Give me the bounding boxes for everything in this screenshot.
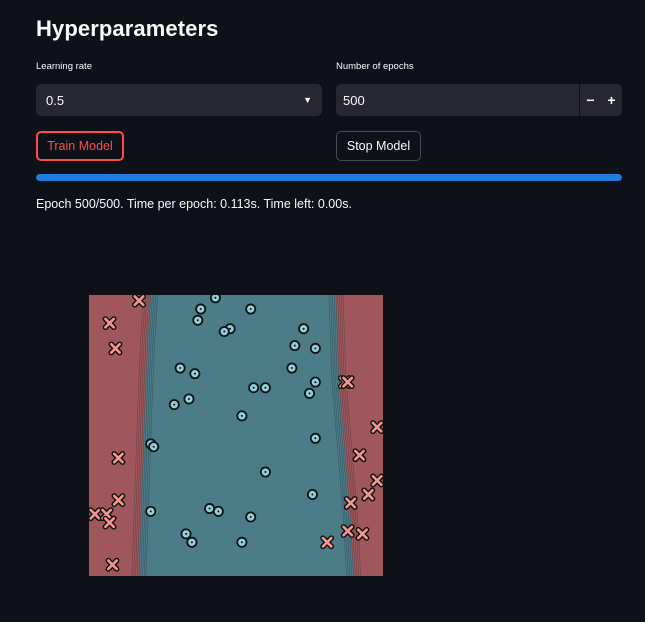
o-marker-center <box>240 414 243 417</box>
x-marker <box>361 487 376 502</box>
x-marker <box>108 341 123 356</box>
o-marker-center <box>249 308 252 311</box>
epochs-field[interactable]: 500 <box>336 84 579 116</box>
o-marker-center <box>173 403 176 406</box>
x-marker <box>89 507 102 522</box>
o-marker-center <box>229 327 232 330</box>
o-marker-center <box>185 532 188 535</box>
o-marker-center <box>223 330 226 333</box>
o-marker-center <box>249 515 252 518</box>
epochs-number-input: 500 − + <box>336 84 622 116</box>
o-marker-center <box>290 367 293 370</box>
x-marker <box>320 535 335 550</box>
learning-rate-label: Learning rate <box>36 61 92 72</box>
region-class-o <box>138 295 354 576</box>
x-marker <box>111 493 126 508</box>
progress-bar <box>36 174 622 181</box>
x-marker <box>102 316 117 331</box>
x-marker <box>370 420 383 435</box>
o-marker-center <box>264 471 267 474</box>
learning-rate-select[interactable]: 0.5 ▼ <box>36 84 322 116</box>
o-marker-center <box>252 386 255 389</box>
epochs-label: Number of epochs <box>336 61 414 72</box>
o-marker-center <box>190 541 193 544</box>
o-marker-center <box>311 493 314 496</box>
o-marker-center <box>214 296 217 299</box>
x-marker <box>352 448 367 463</box>
o-marker-center <box>152 445 155 448</box>
decision-boundary-plot <box>89 295 383 576</box>
o-marker-center <box>314 437 317 440</box>
o-marker-center <box>293 344 296 347</box>
status-text: Epoch 500/500. Time per epoch: 0.113s. T… <box>36 197 352 211</box>
o-marker-center <box>302 327 305 330</box>
increment-button[interactable]: + <box>601 84 622 116</box>
x-marker <box>355 526 370 541</box>
o-marker-center <box>193 372 196 375</box>
learning-rate-value: 0.5 <box>46 92 65 108</box>
o-marker-center <box>314 347 317 350</box>
o-marker-center <box>217 510 220 513</box>
x-marker <box>370 473 383 488</box>
decrement-button[interactable]: − <box>579 84 601 116</box>
x-marker <box>340 375 355 390</box>
o-marker-center <box>308 392 311 395</box>
x-marker <box>343 495 358 510</box>
o-marker-center <box>314 381 317 384</box>
stop-model-button[interactable]: Stop Model <box>336 131 421 161</box>
o-marker-center <box>149 510 152 513</box>
o-marker-center <box>196 319 199 322</box>
chevron-down-icon: ▼ <box>303 95 312 105</box>
x-marker <box>132 295 146 308</box>
o-marker-center <box>179 367 182 370</box>
x-marker <box>111 451 126 465</box>
x-marker <box>102 515 117 530</box>
o-marker-center <box>199 308 202 311</box>
train-model-button[interactable]: Train Model <box>36 131 124 161</box>
x-marker <box>340 524 355 538</box>
page-title: Hyperparameters <box>36 16 219 41</box>
o-marker-center <box>240 541 243 544</box>
o-marker-center <box>208 507 211 510</box>
progress-fill <box>36 174 622 181</box>
o-marker-center <box>187 397 190 400</box>
x-marker <box>105 557 120 572</box>
o-marker-center <box>264 386 267 389</box>
